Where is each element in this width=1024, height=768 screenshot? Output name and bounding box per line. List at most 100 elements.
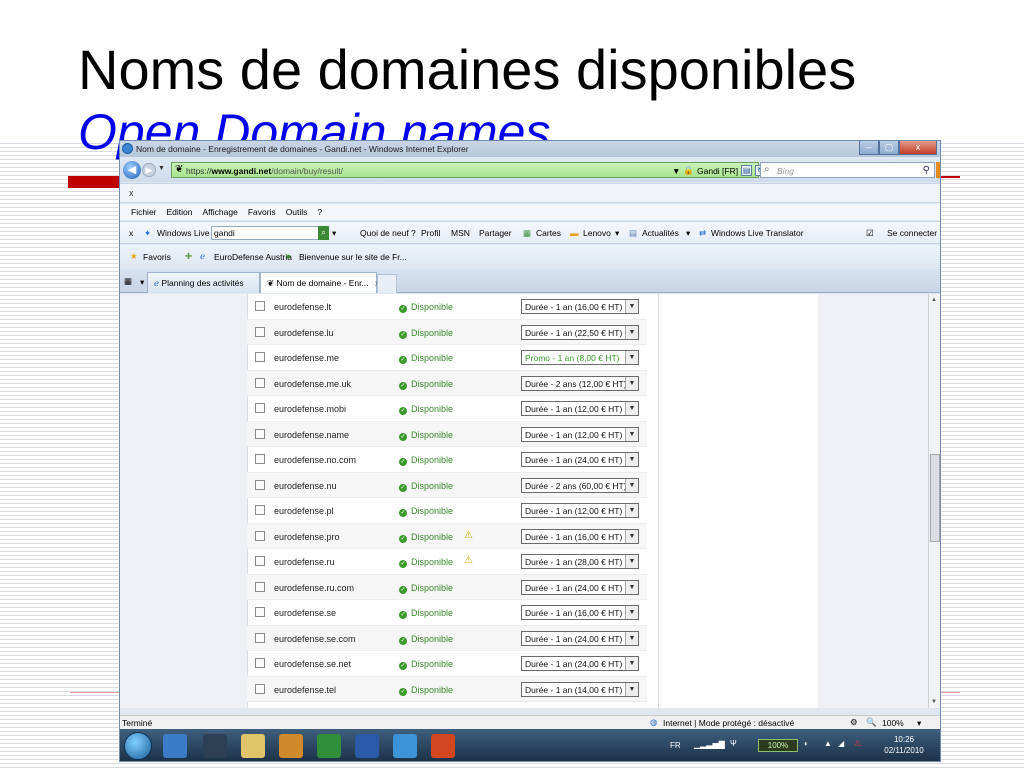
chevron-down-icon[interactable]: ▼ [625, 529, 638, 543]
duration-select[interactable]: Durée - 1 an (24,00 € HT) ▼ [521, 656, 639, 671]
close-info-strip-icon[interactable]: x [129, 188, 134, 198]
duration-select[interactable]: Durée - 1 an (22,50 € HT) ▼ [521, 324, 639, 340]
domain-checkbox[interactable] [255, 683, 265, 694]
excel-icon[interactable] [317, 734, 341, 758]
new-tab-button[interactable] [377, 274, 397, 293]
lenovo-dropdown-icon[interactable]: ▾ [615, 228, 619, 239]
scrollbar-thumb[interactable] [930, 454, 940, 542]
network-icon[interactable] [203, 734, 227, 758]
antenna-icon[interactable]: Ψ [730, 739, 737, 748]
menu-help[interactable]: ? [317, 207, 322, 217]
toolbar-se-connecter[interactable]: Se connecter [887, 228, 937, 238]
favorite-bienvenue[interactable]: Bienvenue sur le site de Fr... [299, 252, 407, 262]
chevron-down-icon[interactable]: ▼ [625, 300, 638, 313]
chevron-down-icon[interactable]: ▼ [625, 402, 638, 415]
toolbar-search-input[interactable]: gandi [211, 226, 323, 240]
duration-select[interactable]: Durée - 1 an (12,00 € HT) ▼ [521, 426, 639, 442]
start-button[interactable] [124, 732, 152, 760]
minimize-button[interactable]: – [859, 141, 879, 155]
checkbox-icon[interactable]: ☑ [866, 228, 874, 239]
duration-select[interactable]: Promo - 1 an (8,00 € HT) ▼ [521, 350, 639, 365]
search-icon[interactable]: ⚲ [923, 165, 930, 176]
battery-indicator[interactable]: 100% [758, 739, 798, 752]
close-button[interactable]: x [899, 141, 937, 155]
chevron-down-icon[interactable]: ▼ [625, 631, 638, 645]
duration-select[interactable]: Durée - 1 an (24,00 € HT) ▼ [521, 452, 639, 467]
vertical-scrollbar[interactable]: ▲ ▼ [928, 294, 940, 708]
menu-affichage[interactable]: Affichage [203, 207, 238, 217]
chevron-down-icon[interactable]: ▼ [625, 657, 638, 670]
domain-checkbox[interactable] [255, 530, 265, 541]
chevron-down-icon[interactable]: ▼ [625, 376, 638, 390]
domain-checkbox[interactable] [255, 377, 265, 388]
duration-select[interactable]: Durée - 1 an (16,00 € HT) ▼ [521, 605, 639, 620]
domain-checkbox[interactable] [255, 326, 265, 337]
tray-app-icon[interactable]: ◐ [804, 739, 809, 748]
chevron-down-icon[interactable]: ▼ [625, 478, 638, 492]
domain-checkbox[interactable] [255, 479, 265, 490]
tab-nom-de-domaine[interactable]: ❦ Nom de domaine - Enr... x [260, 272, 379, 293]
duration-select[interactable]: Durée - 1 an (16,00 € HT) ▼ [521, 299, 639, 314]
search-options-icon[interactable] [936, 162, 940, 178]
chevron-down-icon[interactable]: ▼ [625, 682, 638, 696]
add-favorite-icon[interactable]: ✚ [185, 251, 192, 262]
chevron-down-icon[interactable]: ▼ [625, 427, 638, 441]
maximize-button[interactable]: ▢ [879, 141, 899, 155]
toolbar-profil[interactable]: Profil [421, 228, 440, 238]
domain-checkbox[interactable] [255, 352, 265, 362]
back-button[interactable]: ◀ [123, 161, 141, 179]
duration-select[interactable]: Durée - 1 an (12,00 € HT) ▼ [521, 401, 639, 416]
toolbar-msn[interactable]: MSN [451, 228, 470, 238]
chevron-down-icon[interactable]: ▼ [625, 580, 638, 594]
duration-select[interactable]: Durée - 2 ans (12,00 € HT) ▼ [521, 375, 639, 391]
tab-planning[interactable]: ℯ Planning des activités [147, 272, 260, 293]
domain-checkbox[interactable] [255, 607, 265, 617]
forward-button[interactable]: ▶ [142, 163, 156, 177]
chevron-down-icon[interactable]: ▼ [625, 351, 638, 364]
scroll-down-icon[interactable]: ▼ [931, 699, 937, 705]
status-settings-icon[interactable]: ⚙ [850, 717, 858, 728]
duration-select[interactable]: Durée - 1 an (16,00 € HT) ▼ [521, 528, 639, 544]
chevron-down-icon[interactable]: ▼ [625, 325, 638, 339]
toolbar-search-button[interactable]: ⌕ [318, 226, 329, 240]
toolbar-actualites[interactable]: Actualités [642, 228, 679, 238]
alert-icon[interactable]: ⚠ [854, 739, 861, 748]
domain-checkbox[interactable] [255, 556, 265, 566]
chevron-down-icon[interactable]: ▼ [625, 606, 638, 619]
language-indicator[interactable]: FR [670, 741, 681, 750]
chevron-down-icon[interactable]: ▼ [625, 453, 638, 466]
toolbar-close-icon[interactable]: x [129, 228, 133, 238]
chevron-down-icon[interactable]: ▼ [625, 504, 638, 517]
domain-checkbox[interactable] [255, 632, 265, 643]
duration-select[interactable]: Durée - 1 an (12,00 € HT) ▼ [521, 503, 639, 518]
duration-select[interactable]: Durée - 2 ans (60,00 € HT) ▼ [521, 477, 639, 493]
duration-select[interactable]: Durée - 1 an (24,00 € HT) ▼ [521, 630, 639, 646]
media-center-icon[interactable] [163, 734, 187, 758]
domain-checkbox[interactable] [255, 505, 265, 515]
domain-checkbox[interactable] [255, 658, 265, 668]
history-dropdown-icon[interactable]: ▼ [158, 165, 165, 172]
compat-view-icon[interactable]: ▤ [741, 165, 753, 176]
word-icon[interactable] [355, 734, 379, 758]
menu-fichier[interactable]: Fichier [131, 207, 157, 217]
zoom-dropdown-icon[interactable]: ▾ [917, 718, 921, 729]
menu-outils[interactable]: Outils [286, 207, 308, 217]
url-dropdown-icon[interactable]: ▼ [672, 166, 680, 176]
windows-live-label[interactable]: Windows Live [157, 228, 209, 238]
domain-checkbox[interactable] [255, 581, 265, 592]
favorites-button[interactable]: Favoris [143, 252, 171, 262]
actualites-dropdown-icon[interactable]: ▾ [686, 228, 690, 239]
menu-favoris[interactable]: Favoris [248, 207, 276, 217]
toolbar-quoi-de-neuf[interactable]: Quoi de neuf ? [360, 228, 416, 238]
domain-checkbox[interactable] [255, 428, 265, 439]
toolbar-translator[interactable]: Windows Live Translator [711, 228, 804, 238]
url-field[interactable]: ❦ https://www.gandi.net/domain/buy/resul… [171, 162, 778, 178]
toolbar-partager[interactable]: Partager [479, 228, 512, 238]
security-zone[interactable]: Internet | Mode protégé : désactivé [663, 718, 794, 728]
chevron-down-icon[interactable]: ▼ [625, 555, 638, 568]
quick-tabs-icon[interactable]: ▦ [124, 276, 132, 287]
domain-checkbox[interactable] [255, 301, 265, 311]
certificate-label[interactable]: Gandi [FR] [697, 166, 738, 176]
signal-icon[interactable]: ▁▂▃▅▇ [694, 740, 725, 749]
clock[interactable]: 10:26 02/11/2010 [876, 734, 932, 756]
